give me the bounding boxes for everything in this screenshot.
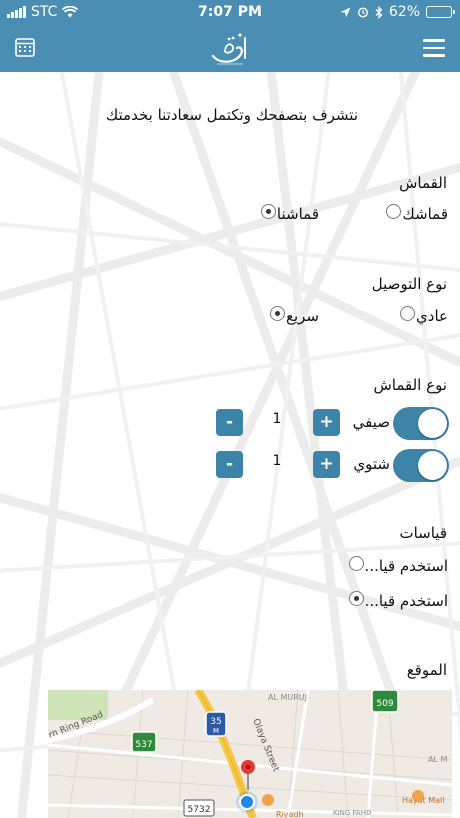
shield-537: 537 bbox=[131, 731, 157, 753]
radio-label: قماشك bbox=[402, 205, 448, 223]
nav-bar bbox=[0, 26, 460, 72]
hamburger-menu-icon[interactable] bbox=[423, 39, 445, 57]
radio-fast-delivery[interactable]: سريع bbox=[269, 305, 319, 325]
radio-normal-delivery[interactable]: عادي bbox=[400, 305, 448, 325]
winter-quantity: 1 bbox=[272, 453, 282, 469]
summer-label: صيفي bbox=[352, 413, 390, 431]
svg-text:5732: 5732 bbox=[188, 805, 211, 815]
current-location-icon bbox=[236, 791, 258, 813]
radio-label: سريع bbox=[285, 307, 319, 325]
bluetooth-icon bbox=[375, 5, 383, 19]
measurements-section-title: قياسات bbox=[399, 524, 447, 542]
alarm-icon bbox=[357, 7, 368, 18]
radio-label: عادي bbox=[416, 307, 448, 325]
svg-text:35: 35 bbox=[210, 717, 221, 727]
radio-our-fabric[interactable]: قماشنا bbox=[260, 203, 319, 223]
winter-minus-button[interactable]: - bbox=[216, 451, 243, 478]
map-label-king-fahd: KING FAHD bbox=[333, 809, 371, 817]
summer-quantity: 1 bbox=[272, 411, 282, 427]
winter-toggle[interactable] bbox=[393, 449, 449, 482]
radio-circle-selected[interactable] bbox=[348, 590, 364, 606]
order-form: نتشرف بتصفحك وتكتمل سعادتنا بخدمتك القما… bbox=[0, 72, 460, 818]
location-map[interactable]: rn Ring Road Olaya Street AL MURUJ AL M … bbox=[48, 690, 452, 818]
summer-minus-button[interactable]: - bbox=[216, 409, 243, 436]
status-bar: STC 7:07 PM 62% bbox=[0, 0, 460, 26]
winter-label: شتوي bbox=[353, 455, 390, 473]
map-label-riyadh: Riyadh bbox=[276, 810, 304, 818]
calendar-icon[interactable] bbox=[15, 37, 35, 57]
radio-circle[interactable] bbox=[348, 555, 364, 571]
svg-text:M: M bbox=[213, 727, 219, 735]
radio-label: استخدم قيا... bbox=[364, 557, 448, 575]
radio-your-fabric[interactable]: قماشك bbox=[386, 203, 448, 223]
welcome-message: نتشرف بتصفحك وتكتمل سعادتنا بخدمتك bbox=[105, 106, 358, 124]
summer-plus-button[interactable]: + bbox=[313, 409, 340, 436]
shield-509: 509 bbox=[371, 690, 399, 713]
battery-icon bbox=[426, 6, 455, 18]
svg-text:509: 509 bbox=[376, 699, 393, 709]
poi-icon bbox=[412, 790, 424, 802]
map-label-al-m: AL M bbox=[428, 755, 447, 764]
fabric-type-section-title: نوع القماش bbox=[373, 376, 447, 394]
fabric-section-title: القماش bbox=[399, 174, 447, 192]
radio-circle-selected[interactable] bbox=[260, 203, 276, 219]
radio-measurement-option-2[interactable]: استخدم قيا... bbox=[348, 590, 448, 610]
toggle-knob bbox=[418, 409, 447, 438]
location-arrow-icon bbox=[340, 7, 351, 17]
radio-label: قماشنا bbox=[276, 205, 319, 223]
status-right: 62% bbox=[340, 4, 455, 20]
toggle-knob bbox=[418, 451, 447, 480]
summer-toggle[interactable] bbox=[393, 407, 449, 440]
radio-circle[interactable] bbox=[386, 203, 402, 219]
radio-label: استخدم قيا... bbox=[364, 592, 448, 610]
radio-circle[interactable] bbox=[400, 305, 416, 321]
svg-text:537: 537 bbox=[135, 740, 152, 750]
map-canvas[interactable]: rn Ring Road Olaya Street AL MURUJ AL M … bbox=[48, 690, 452, 818]
map-label-al-muruj: AL MURUJ bbox=[268, 693, 307, 702]
shield-35: 35 M bbox=[205, 711, 227, 737]
poi-icon bbox=[262, 794, 274, 806]
app-logo bbox=[211, 33, 246, 65]
winter-plus-button[interactable]: + bbox=[313, 451, 340, 478]
radio-measurement-option-1[interactable]: استخدم قيا... bbox=[348, 555, 448, 575]
battery-percent: 62% bbox=[388, 4, 420, 20]
radio-circle-selected[interactable] bbox=[269, 305, 285, 321]
location-section-title: الموقع bbox=[406, 661, 447, 679]
shield-5732: 5732 bbox=[183, 799, 215, 817]
delivery-section-title: نوع التوصيل bbox=[371, 275, 447, 293]
